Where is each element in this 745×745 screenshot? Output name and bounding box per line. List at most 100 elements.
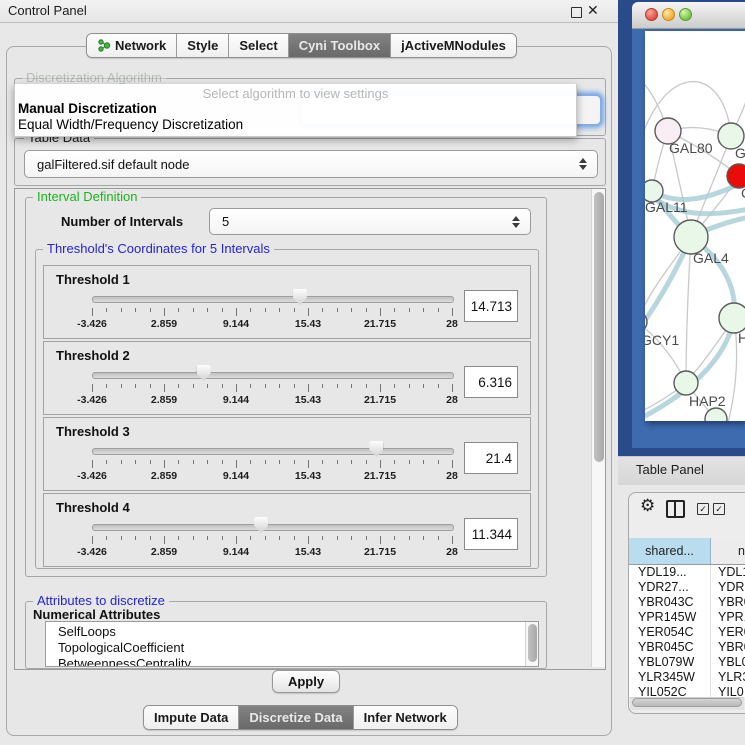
tab-network[interactable]: Network bbox=[87, 34, 177, 57]
shared-name-cell[interactable]: YBR045C bbox=[629, 640, 711, 655]
name-cell[interactable]: YER0 bbox=[711, 625, 745, 640]
name-cell[interactable]: YLR3 bbox=[711, 670, 745, 685]
table-row[interactable]: YBR043CYBR0 bbox=[629, 595, 745, 610]
shared-name-cell[interactable]: YBR043C bbox=[629, 595, 711, 610]
algorithm-option-equal-width[interactable]: Equal Width/Frequency Discretization bbox=[18, 117, 243, 132]
tab-infer-network[interactable]: Infer Network bbox=[354, 706, 457, 729]
checkbox-icon[interactable]: ✓ bbox=[713, 503, 725, 515]
shared-name-cell[interactable]: YER054C bbox=[629, 625, 711, 640]
slider-ticks bbox=[92, 384, 453, 393]
threshold-label: Threshold 3 bbox=[56, 424, 130, 439]
table-data-combobox[interactable]: galFiltered.sif default node bbox=[24, 150, 598, 178]
shared-name-cell[interactable]: YDR27... bbox=[629, 580, 711, 595]
name-cell[interactable]: YIL0 bbox=[711, 685, 745, 697]
threshold-4-panel: Threshold 4 -3.4262.8599.14415.4321.71528… bbox=[43, 493, 531, 567]
apply-button[interactable]: Apply bbox=[272, 670, 340, 693]
name-cell[interactable]: YBR0 bbox=[711, 640, 745, 655]
network-canvas[interactable]: GAL80GACGAL11GAL4GCY1HHAP2 bbox=[645, 31, 745, 421]
slider-tick-labels: -3.4262.8599.14415.4321.71528 bbox=[92, 318, 453, 330]
settings-scrollbar[interactable] bbox=[591, 189, 605, 667]
settings-gear-icon[interactable]: ⚙ bbox=[640, 497, 655, 514]
network-node-label: GA bbox=[735, 145, 745, 161]
threshold-label: Threshold 1 bbox=[56, 272, 130, 287]
table-row[interactable]: YDL19...YDL1 bbox=[629, 565, 745, 580]
threshold-value-field[interactable]: 6.316 bbox=[464, 366, 518, 398]
shared-name-cell[interactable]: YIL052C bbox=[629, 685, 711, 697]
tab-label: Impute Data bbox=[154, 710, 228, 725]
slider-tick-labels: -3.4262.8599.14415.4321.71528 bbox=[92, 470, 453, 482]
slider-tick-labels: -3.4262.8599.14415.4321.71528 bbox=[92, 546, 453, 558]
settings-scroll-pane: Interval Definition Number of Intervals … bbox=[14, 188, 606, 670]
threshold-slider-track[interactable] bbox=[92, 524, 454, 531]
minimize-traffic-light-icon[interactable] bbox=[662, 8, 675, 21]
table-row[interactable]: YLR345WYLR3 bbox=[629, 670, 745, 685]
threshold-value-field[interactable]: 11.344 bbox=[464, 518, 518, 550]
table-row[interactable]: YBL079WYBL0 bbox=[629, 655, 745, 670]
name-cell[interactable]: YDL1 bbox=[711, 565, 745, 580]
tab-discretize-data[interactable]: Discretize Data bbox=[239, 706, 353, 729]
control-panel-titlebar bbox=[0, 0, 618, 23]
table-row[interactable]: YPR145WYPR1 bbox=[629, 610, 745, 625]
network-node-hap2[interactable] bbox=[674, 371, 698, 395]
tab-label: Style bbox=[187, 38, 218, 53]
settings-scrollbar-thumb[interactable] bbox=[594, 192, 604, 462]
network-node-gal4[interactable] bbox=[674, 220, 708, 254]
tab-impute-data[interactable]: Impute Data bbox=[144, 706, 239, 729]
attribute-list-item[interactable]: BetweennessCentrality bbox=[58, 656, 191, 667]
threshold-slider-track[interactable] bbox=[92, 372, 454, 379]
threshold-slider-track[interactable] bbox=[92, 296, 454, 303]
table-row[interactable]: YIL052CYIL0 bbox=[629, 685, 745, 697]
zoom-traffic-light-icon[interactable] bbox=[679, 8, 692, 21]
tab-style[interactable]: Style bbox=[177, 34, 229, 57]
name-cell[interactable]: YBL0 bbox=[711, 655, 745, 670]
algorithm-option-manual[interactable]: Manual Discretization bbox=[18, 101, 157, 116]
attribute-list-item[interactable]: TopologicalCoefficient bbox=[58, 640, 184, 656]
close-icon[interactable]: ✕ bbox=[587, 2, 599, 19]
network-node-h[interactable] bbox=[719, 303, 745, 333]
combo-stepper-icon bbox=[579, 158, 588, 170]
numerical-attributes-label: Numerical Attributes bbox=[33, 607, 160, 622]
threshold-label: Threshold 4 bbox=[56, 500, 130, 515]
threshold-slider-track[interactable] bbox=[92, 448, 454, 455]
tab-jactivemnodules[interactable]: jActiveMNodules bbox=[391, 34, 516, 57]
network-node-label: C bbox=[741, 185, 745, 201]
table-header-row: shared... na bbox=[629, 538, 745, 565]
shared-name-cell[interactable]: YPR145W bbox=[629, 610, 711, 625]
tab-label: Infer Network bbox=[364, 710, 447, 725]
shared-name-cell[interactable]: YLR345W bbox=[629, 670, 711, 685]
tab-cyni-toolbox[interactable]: Cyni Toolbox bbox=[289, 34, 391, 57]
threshold-3-panel: Threshold 3 -3.4262.8599.14415.4321.71528… bbox=[43, 417, 531, 491]
column-header-name[interactable]: na bbox=[711, 538, 745, 564]
network-icon bbox=[97, 38, 111, 53]
attributes-list-scrollbar-thumb[interactable] bbox=[528, 624, 537, 662]
table-row[interactable]: YBR045CYBR0 bbox=[629, 640, 745, 655]
tab-label: Select bbox=[239, 38, 277, 53]
shared-name-cell[interactable]: YBL079W bbox=[629, 655, 711, 670]
shared-name-cell[interactable]: YDL19... bbox=[629, 565, 711, 580]
table-hscrollbar-thumb[interactable] bbox=[632, 698, 742, 707]
name-cell[interactable]: YDR2 bbox=[711, 580, 745, 595]
threshold-value-field[interactable]: 14.713 bbox=[464, 290, 518, 322]
threshold-label: Threshold 2 bbox=[56, 348, 130, 363]
attribute-list-item[interactable]: SelfLoops bbox=[58, 624, 116, 640]
column-layout-icon[interactable] bbox=[666, 500, 685, 518]
tab-label: Network bbox=[115, 38, 166, 53]
cyni-bottom-tab-bar: Impute Data Discretize Data Infer Network bbox=[143, 705, 458, 730]
checkbox-icon[interactable]: ✓ bbox=[697, 503, 709, 515]
attributes-list-scrollbar[interactable] bbox=[525, 622, 538, 666]
network-edge[interactable] bbox=[686, 237, 691, 383]
numerical-attributes-list[interactable]: SelfLoopsTopologicalCoefficientBetweenne… bbox=[45, 621, 539, 667]
column-header-shared-name[interactable]: shared... bbox=[629, 538, 711, 564]
name-cell[interactable]: YBR0 bbox=[711, 595, 745, 610]
tab-select[interactable]: Select bbox=[229, 34, 288, 57]
table-row[interactable]: YER054CYER0 bbox=[629, 625, 745, 640]
float-window-icon[interactable] bbox=[571, 7, 582, 18]
slider-ticks bbox=[92, 536, 453, 545]
name-cell[interactable]: YPR1 bbox=[711, 610, 745, 625]
number-of-intervals-combobox[interactable]: 5 bbox=[209, 208, 531, 235]
interval-definition-group-title: Interval Definition bbox=[33, 190, 141, 203]
node-attribute-table[interactable]: shared... na YDL19...YDL1YDR27...YDR2YBR… bbox=[629, 538, 745, 697]
close-traffic-light-icon[interactable] bbox=[645, 8, 658, 21]
table-row[interactable]: YDR27...YDR2 bbox=[629, 580, 745, 595]
threshold-value-field[interactable]: 21.4 bbox=[464, 442, 518, 474]
